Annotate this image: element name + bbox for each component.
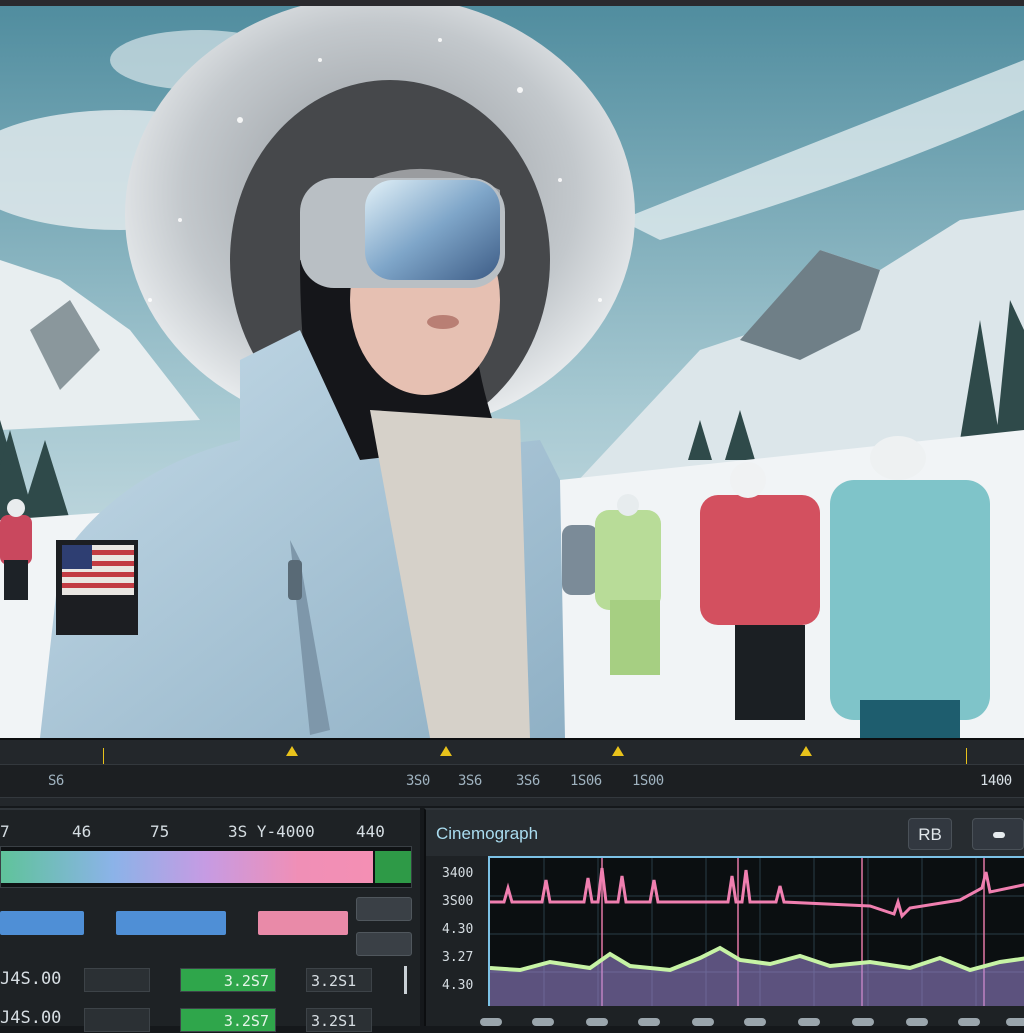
timeline-label: 1S06 <box>570 773 602 789</box>
keyframe-marker[interactable] <box>612 746 624 756</box>
header-value: 440 <box>356 822 385 841</box>
preview-image <box>0 0 1024 738</box>
value-field[interactable] <box>84 968 150 992</box>
panel-header: Cinemograph RB <box>426 810 1024 856</box>
x-tick <box>906 1018 928 1026</box>
cinemograph-panel: Cinemograph RB 3400 3S00 4.30 3.27 4.30 <box>424 808 1024 1026</box>
panel-title: Cinemograph <box>436 824 539 843</box>
waveform-graph <box>490 858 1024 1006</box>
header-value: 46 <box>72 822 92 841</box>
header-value: 7 <box>0 822 10 841</box>
x-tick <box>852 1018 874 1026</box>
gradient-end-swatch[interactable] <box>375 851 411 883</box>
value-field[interactable]: 3.2S1 <box>306 968 372 992</box>
color-chip-pink[interactable] <box>258 911 348 935</box>
gradient-fill <box>1 851 373 883</box>
header-value: 3S Y-4000 <box>228 822 315 841</box>
timeline-ruler[interactable]: S6 3S0 3S6 3S6 1S06 1S00 1400 <box>0 764 1024 798</box>
timeline-label: S6 <box>48 773 64 789</box>
timeline-label: 1S00 <box>632 773 664 789</box>
x-tick <box>586 1018 608 1026</box>
color-gradient-slider[interactable] <box>0 846 412 888</box>
x-tick <box>744 1018 766 1026</box>
color-chip-blue[interactable] <box>0 911 84 935</box>
x-axis <box>480 1008 1024 1026</box>
value-label: J4S.00 <box>0 1008 62 1028</box>
row-divider <box>404 966 407 994</box>
x-tick <box>532 1018 554 1026</box>
x-tick <box>798 1018 820 1026</box>
color-chip-blue[interactable] <box>116 911 226 935</box>
header-value: 75 <box>150 822 170 841</box>
y-axis-label: 3S00 <box>442 894 474 909</box>
value-field-active[interactable]: 3.2S7 <box>180 1008 276 1032</box>
timeline-label: 3S6 <box>516 773 540 789</box>
x-tick <box>480 1018 502 1026</box>
y-axis-label: 3.27 <box>442 950 474 965</box>
rb-button[interactable]: RB <box>908 818 952 850</box>
x-tick <box>692 1018 714 1026</box>
y-axis-label: 4.30 <box>442 978 474 993</box>
timeline-label: 1400 <box>980 773 1012 789</box>
y-axis-label: 3400 <box>442 866 474 881</box>
timeline-label: 3S6 <box>458 773 482 789</box>
y-axis-label: 4.30 <box>442 922 474 937</box>
x-tick <box>1006 1018 1024 1026</box>
pill-icon <box>993 832 1005 838</box>
toggle-button[interactable] <box>972 818 1024 850</box>
timeline[interactable]: S6 3S0 3S6 3S6 1S06 1S00 1400 <box>0 740 1024 806</box>
keyframe-marker[interactable] <box>286 746 298 756</box>
keyframe-marker[interactable] <box>800 746 812 756</box>
preview-top-strip <box>0 0 1024 6</box>
x-tick <box>638 1018 660 1026</box>
value-field[interactable] <box>84 1008 150 1032</box>
video-preview[interactable] <box>0 0 1024 740</box>
value-field-active[interactable]: 3.2S7 <box>180 968 276 992</box>
timeline-label: 3S0 <box>406 773 430 789</box>
value-label: J4S.00 <box>0 969 62 989</box>
chip-button[interactable] <box>356 897 412 921</box>
waveform-view[interactable] <box>488 856 1024 1006</box>
keyframe-marker[interactable] <box>440 746 452 756</box>
chip-button[interactable] <box>356 932 412 956</box>
value-field[interactable]: 3.2S1 <box>306 1008 372 1032</box>
x-tick <box>958 1018 980 1026</box>
